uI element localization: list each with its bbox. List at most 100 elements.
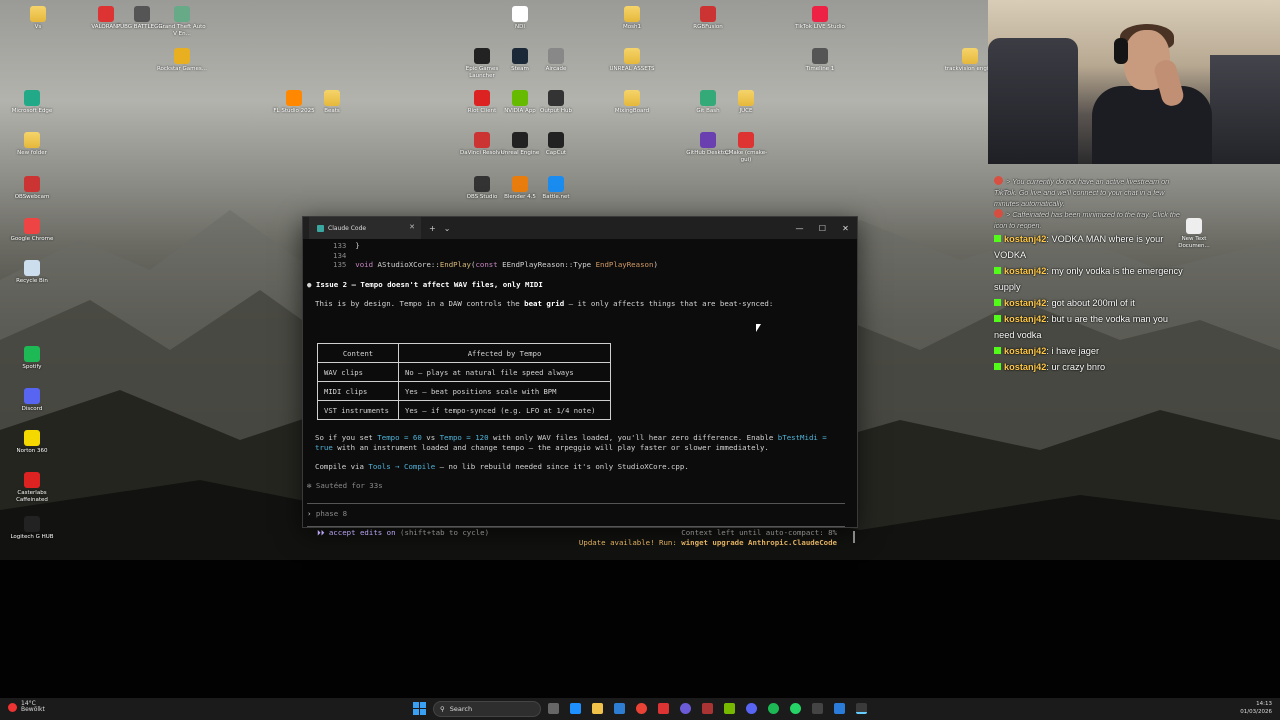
system-tray[interactable]: 14:13 01/03/2026 (1240, 700, 1272, 716)
davinci-icon[interactable] (702, 703, 713, 714)
mode-indicator[interactable]: ⏵⏵ accept edits on (shift+tab to cycle) (317, 528, 489, 538)
paragraph-compile: Compile via Tools → Compile — no lib reb… (315, 462, 689, 471)
desktop-icon-label: Beats (324, 108, 340, 114)
app-icon (24, 516, 40, 532)
table-header: Content (317, 343, 399, 363)
app-icon (548, 90, 564, 106)
chat-message: kostanj42: VODKA MAN where is your VODKA (994, 234, 1164, 260)
chat-system-message: > You currently do not have an active li… (994, 176, 1170, 208)
desktop-icon-label: New folder (17, 150, 47, 156)
desktop-icon[interactable]: Spotify (6, 346, 58, 371)
search-icon: ⚲ (440, 705, 445, 713)
copilot-icon[interactable] (570, 703, 581, 714)
desktop-icon-label: JUCE (739, 108, 753, 114)
valorant-icon[interactable] (658, 703, 669, 714)
desktop-icon[interactable]: Beats (306, 90, 358, 115)
desktop-icon[interactable]: CMake (cmake-gui) (720, 132, 772, 163)
chat-message: kostanj42: my only vodka is the emergenc… (994, 266, 1183, 292)
file-explorer-icon[interactable] (592, 703, 603, 714)
app-icon[interactable] (834, 703, 845, 714)
desktop-icon[interactable]: Norton 360 (6, 430, 58, 455)
terminal-taskbar-icon[interactable] (856, 703, 867, 714)
app-icon (174, 48, 190, 64)
obs-icon[interactable] (680, 703, 691, 714)
app-icon (24, 218, 40, 234)
minimize-button[interactable]: — (788, 224, 811, 233)
start-button[interactable] (413, 702, 426, 715)
desktop-icon[interactable]: Logitech G HUB (6, 516, 58, 541)
chat-username: kostanj42 (1004, 298, 1047, 308)
desktop-icon[interactable]: Recycle Bin (6, 260, 58, 285)
tab-claude-code[interactable]: Claude Code ✕ (309, 217, 421, 239)
desktop-icon-label: TikTok LIVE Studio (795, 24, 845, 30)
app-icon (962, 48, 978, 64)
nvidia-icon[interactable] (724, 703, 735, 714)
desktop-icon[interactable]: Timeline 1 (794, 48, 846, 73)
desktop-icon-label: NDI (515, 24, 525, 30)
desktop-icon[interactable]: Aircade (530, 48, 582, 73)
desktop-icon[interactable]: NDI (494, 6, 546, 31)
chat-username: kostanj42 (1004, 266, 1047, 276)
desktop-icon[interactable]: JUCE (720, 90, 772, 115)
new-tab-button[interactable]: + (429, 224, 436, 233)
desktop-icon[interactable]: RGBFusion (682, 6, 734, 31)
desktop-icon-label: Output Hub (540, 108, 572, 114)
desktop-icon[interactable]: UNREAL ASSETS (606, 48, 658, 73)
discord-icon[interactable] (746, 703, 757, 714)
capcut-icon[interactable] (812, 703, 823, 714)
close-button[interactable]: ✕ (834, 224, 857, 233)
desktop-icon[interactable]: Discord (6, 388, 58, 413)
task-view-icon[interactable] (548, 703, 559, 714)
spotify-icon[interactable] (768, 703, 779, 714)
desktop-icon-label: Discord (21, 406, 43, 412)
chat-message: kostanj42: ur crazy bnro (994, 359, 1184, 375)
app-icon (1186, 218, 1202, 234)
tab-dropdown-button[interactable]: ⌄ (444, 224, 451, 233)
tab-close-button[interactable]: ✕ (409, 223, 415, 231)
issue-heading: ● Issue 2 — Tempo doesn't affect WAV fil… (307, 280, 543, 289)
input-divider-top (307, 503, 845, 504)
desktop-icon[interactable]: MixingBoard (606, 90, 658, 115)
desktop-icon[interactable]: Microsoft Edge (6, 90, 58, 115)
kick-icon (994, 347, 1001, 354)
chrome-icon[interactable] (636, 703, 647, 714)
desktop-icon[interactable]: New folder (6, 132, 58, 157)
table-header: Affected by Tempo (398, 343, 611, 363)
app-icon (286, 90, 302, 106)
desktop-icon[interactable]: Mosh1 (606, 6, 658, 31)
search-box[interactable]: ⚲ Search (433, 701, 541, 717)
weather-widget[interactable]: 14°C Bewölkt (8, 701, 45, 713)
desktop-icon[interactable]: OBSwebcam (6, 176, 58, 201)
desktop-icon[interactable]: Output Hub (530, 90, 582, 115)
desktop-icon-label: MixingBoard (614, 108, 650, 114)
app-icon (812, 48, 828, 64)
desktop-icon[interactable]: Grand Theft Auto V En... (156, 6, 208, 37)
app-icon (512, 48, 528, 64)
scrollbar[interactable] (853, 531, 855, 543)
desktop-icon[interactable]: Google Chrome (6, 218, 58, 243)
chat-text: i have jager (1051, 346, 1100, 356)
kick-icon (994, 363, 1001, 370)
terminal-content[interactable]: 133 } 134 135 void AStudioXCore::EndPlay… (303, 239, 857, 547)
terminal-window[interactable]: Claude Code ✕ + ⌄ — ☐ ✕ 133 } 134 135 vo… (302, 216, 858, 547)
desktop-icon[interactable]: TikTok LIVE Studio (794, 6, 846, 31)
chat-system-message: > Caffeinated has been minimized to the … (994, 209, 1180, 230)
desktop-icon[interactable]: Casterlabs Caffeinated (6, 472, 58, 503)
desktop-icon[interactable]: Vs (12, 6, 64, 31)
desktop-icon-label: Spotify (22, 364, 42, 370)
kick-icon (994, 299, 1001, 306)
prompt-input[interactable]: › phase 8 (307, 509, 347, 518)
whatsapp-icon[interactable] (790, 703, 801, 714)
status-line: ✻ Sautéed for 33s (307, 481, 383, 490)
desktop-icon[interactable]: Battle.net (530, 176, 582, 201)
app-icon (24, 472, 40, 488)
maximize-button[interactable]: ☐ (811, 224, 834, 233)
chat-message: kostanj42: got about 200ml of it (994, 295, 1184, 311)
store-icon[interactable] (614, 703, 625, 714)
app-icon (700, 6, 716, 22)
desktop-icon[interactable]: Rockstar Games... (156, 48, 208, 73)
clock-date: 01/03/2026 (1240, 709, 1272, 715)
desktop-icon[interactable]: CapCut (530, 132, 582, 157)
desktop-icon-label: Mosh1 (623, 24, 641, 30)
chat-text: ur crazy bnro (1051, 362, 1106, 372)
